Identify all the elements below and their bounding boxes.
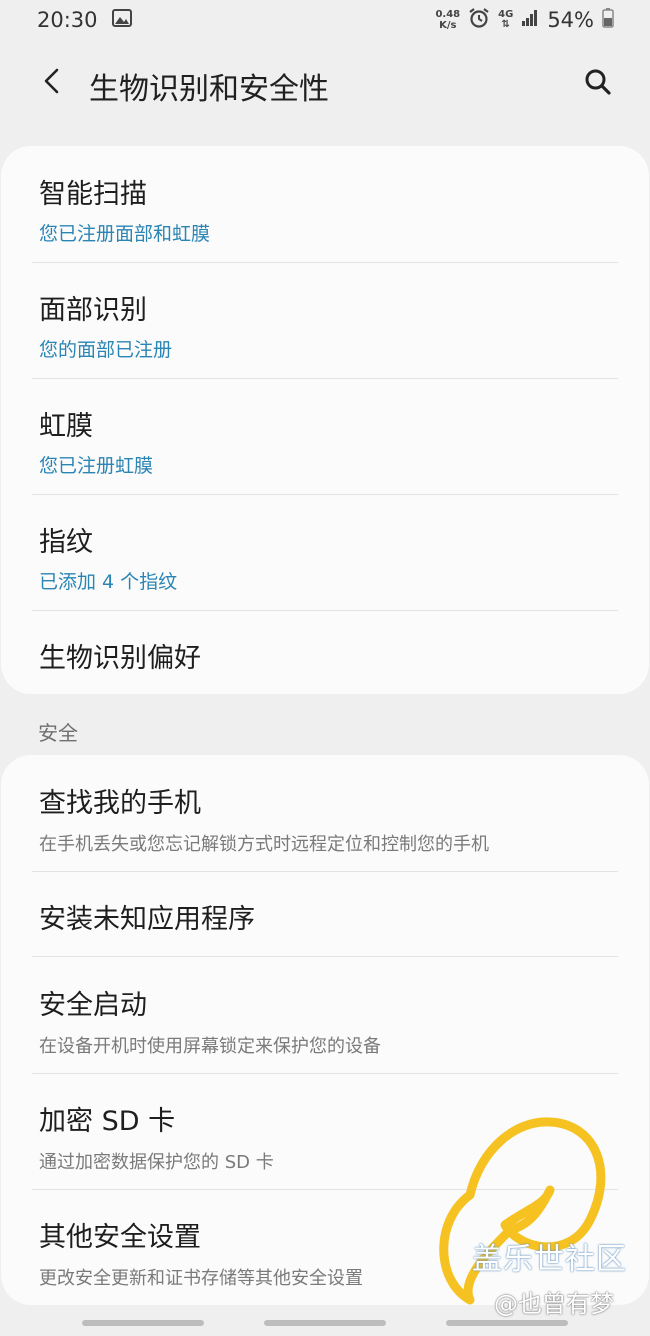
list-item-fingerprints[interactable]: 指纹 已添加 4 个指纹 [1, 495, 649, 610]
list-item-intelligent-scan[interactable]: 智能扫描 您已注册面部和虹膜 [1, 146, 649, 262]
status-bar: 20:30 0.48 K/s 4G ⇅ 54% [0, 0, 650, 40]
search-button[interactable] [580, 66, 616, 102]
list-item-title: 生物识别偏好 [39, 643, 201, 674]
list-item-title: 面部识别 [39, 295, 147, 326]
battery-icon [602, 7, 614, 33]
list-item-title: 智能扫描 [39, 179, 147, 210]
network-speed: 0.48 K/s [435, 9, 461, 31]
list-item-title: 查找我的手机 [39, 788, 201, 819]
list-item-title: 加密 SD 卡 [39, 1106, 176, 1137]
list-item-description: 在手机丢失或您忘记解锁方式时远程定位和控制您的手机 [39, 834, 489, 855]
clock: 20:30 [37, 8, 98, 32]
back-arrow-icon [42, 68, 62, 98]
list-item-title: 指纹 [39, 527, 93, 558]
network-type-indicator: 4G ⇅ [498, 9, 514, 30]
nav-indicator-left [82, 1320, 204, 1326]
biometrics-card: 智能扫描 您已注册面部和虹膜 面部识别 您的面部已注册 虹膜 您已注册虹膜 指纹… [1, 146, 649, 694]
gallery-notification-icon [111, 8, 132, 32]
list-item-iris[interactable]: 虹膜 您已注册虹膜 [1, 379, 649, 494]
alarm-icon [468, 7, 490, 34]
list-item-title: 安全启动 [39, 990, 147, 1021]
app-bar: 生物识别和安全性 [0, 50, 650, 116]
nav-indicator-center [264, 1320, 386, 1326]
list-item-subtitle: 已添加 4 个指纹 [39, 571, 178, 593]
watermark-community: 盖乐世社区 [472, 1242, 627, 1277]
list-item-find-my-mobile[interactable]: 查找我的手机 在手机丢失或您忘记解锁方式时远程定位和控制您的手机 [1, 755, 649, 871]
list-item-encrypt-sd-card[interactable]: 加密 SD 卡 通过加密数据保护您的 SD 卡 [1, 1074, 649, 1189]
section-header-security: 安全 [38, 721, 78, 745]
security-card: 查找我的手机 在手机丢失或您忘记解锁方式时远程定位和控制您的手机 安装未知应用程… [1, 755, 649, 1305]
list-item-title: 安装未知应用程序 [39, 904, 255, 935]
list-item-subtitle: 您的面部已注册 [39, 339, 173, 361]
watermark-author: @也曾有梦 [494, 1290, 614, 1318]
list-item-description: 在设备开机时使用屏幕锁定来保护您的设备 [39, 1036, 381, 1057]
back-button[interactable] [36, 67, 68, 99]
list-item-biometrics-preferences[interactable]: 生物识别偏好 [1, 611, 649, 694]
signal-icon [521, 8, 539, 32]
page-title: 生物识别和安全性 [89, 72, 329, 107]
list-item-install-unknown-apps[interactable]: 安装未知应用程序 [1, 872, 649, 956]
list-item-subtitle: 您已注册虹膜 [39, 455, 154, 477]
list-item-face-recognition[interactable]: 面部识别 您的面部已注册 [1, 263, 649, 378]
list-item-subtitle: 您已注册面部和虹膜 [39, 223, 211, 245]
list-item-description: 通过加密数据保护您的 SD 卡 [39, 1152, 274, 1173]
nav-indicator-right [446, 1320, 568, 1326]
battery-percent: 54% [547, 8, 594, 32]
search-icon [584, 68, 612, 100]
list-item-secure-startup[interactable]: 安全启动 在设备开机时使用屏幕锁定来保护您的设备 [1, 957, 649, 1073]
list-item-title: 虹膜 [39, 411, 93, 442]
